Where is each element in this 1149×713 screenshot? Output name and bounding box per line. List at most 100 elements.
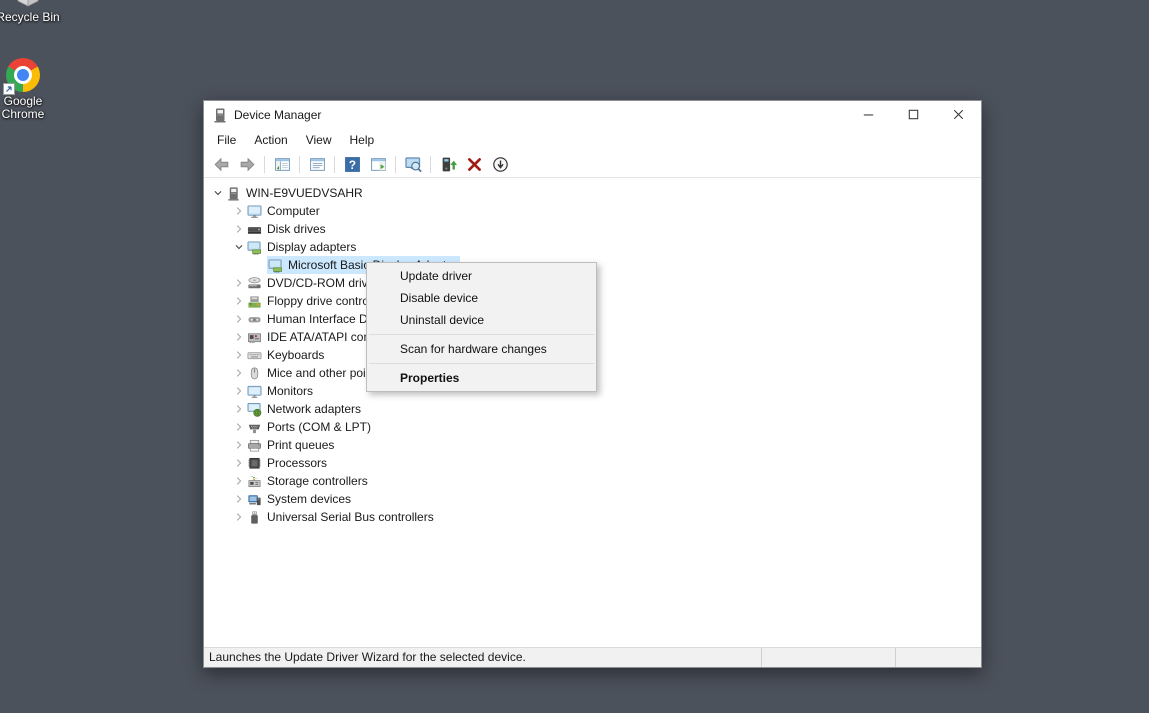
- chevron-right-icon[interactable]: [232, 203, 246, 219]
- chevron-right-icon[interactable]: [232, 455, 246, 471]
- tree-row[interactable]: Computer: [204, 202, 981, 220]
- tree-row[interactable]: Ports (COM & LPT): [204, 418, 981, 436]
- scan-icon: [404, 156, 422, 173]
- chevron-right-icon[interactable]: [232, 275, 246, 291]
- chevron-right-icon[interactable]: [232, 473, 246, 489]
- chevron-right-icon[interactable]: [232, 311, 246, 327]
- printer-icon: [247, 438, 262, 453]
- context-menu-item-scan-for-hardware-changes[interactable]: Scan for hardware changes: [367, 338, 596, 360]
- minimize-button[interactable]: [846, 101, 891, 128]
- context-menu: Update driver Disable device Uninstall dev…: [366, 262, 597, 392]
- processor-icon: [247, 456, 262, 471]
- floppy-controller-icon: [247, 294, 262, 309]
- chevron-right-icon[interactable]: [232, 365, 246, 381]
- desktop-icon-google-chrome[interactable]: Google Chrome: [0, 58, 59, 121]
- title-bar[interactable]: Device Manager: [204, 101, 981, 128]
- disable-device-button[interactable]: [488, 154, 512, 176]
- recycle-bin-icon[interactable]: [15, 0, 41, 8]
- keyboard-icon: [247, 348, 262, 363]
- svg-text:?: ?: [348, 159, 355, 172]
- chevron-right-icon[interactable]: [232, 329, 246, 345]
- context-menu-item-update-driver[interactable]: Update driver: [367, 265, 596, 287]
- tree-item[interactable]: Universal Serial Bus controllers: [246, 508, 437, 526]
- context-menu-separator: [369, 334, 594, 335]
- tree-item-label: Processors: [267, 456, 328, 470]
- show-console-tree-button[interactable]: [270, 154, 294, 176]
- status-cell-1: [761, 648, 895, 667]
- tree-row[interactable]: System devices: [204, 490, 981, 508]
- recycle-bin-label: Recycle Bin: [0, 10, 60, 24]
- chevron-right-icon[interactable]: [232, 221, 246, 237]
- chevron-right-icon[interactable]: [232, 437, 246, 453]
- tree-item[interactable]: System devices: [246, 490, 354, 508]
- desktop-icon-recycle-bin[interactable]: Recycle Bin: [0, 0, 64, 24]
- tree-item[interactable]: Storage controllers: [246, 472, 371, 490]
- toolbar-separator: [264, 156, 265, 173]
- context-menu-item-properties[interactable]: Properties: [367, 367, 596, 389]
- mouse-icon: [247, 366, 262, 381]
- tree-item[interactable]: Print queues: [246, 436, 337, 454]
- chrome-label: Google Chrome: [1, 94, 45, 121]
- tree-item[interactable]: Disk drives: [246, 220, 329, 238]
- chevron-down-icon[interactable]: [232, 239, 246, 255]
- menu-file[interactable]: File: [208, 128, 245, 152]
- tree-item-label: Print queues: [267, 438, 335, 452]
- maximize-button[interactable]: [891, 101, 936, 128]
- chevron-down-icon[interactable]: [211, 185, 225, 201]
- chrome-icon-center: [17, 69, 29, 81]
- tree-row[interactable]: Display adapters: [204, 238, 981, 256]
- update-driver-button[interactable]: [436, 154, 460, 176]
- tree-row[interactable]: Storage controllers: [204, 472, 981, 490]
- dvd-drive-icon: [247, 276, 262, 291]
- context-menu-item-uninstall-device[interactable]: Uninstall device: [367, 309, 596, 331]
- tree-item[interactable]: Display adapters: [246, 238, 359, 256]
- system-device-icon: [247, 492, 262, 507]
- arrow-right-icon: [239, 156, 256, 173]
- chevron-right-icon[interactable]: [232, 401, 246, 417]
- properties-window-icon: [309, 156, 326, 173]
- menu-view[interactable]: View: [297, 128, 341, 152]
- uninstall-device-button[interactable]: [462, 154, 486, 176]
- chevron-right-icon[interactable]: [232, 293, 246, 309]
- tree-row[interactable]: Universal Serial Bus controllers: [204, 508, 981, 526]
- forward-button[interactable]: [235, 154, 259, 176]
- context-menu-separator: [369, 363, 594, 364]
- tree-item[interactable]: WIN-E9VUEDVSAHR: [225, 184, 366, 202]
- tree-item-label: Universal Serial Bus controllers: [267, 510, 434, 524]
- toolbar-separator: [299, 156, 300, 173]
- console-tree-icon: [274, 156, 291, 173]
- menu-action[interactable]: Action: [245, 128, 296, 152]
- maximize-icon: [906, 107, 921, 122]
- chevron-right-icon[interactable]: [232, 491, 246, 507]
- tree-item[interactable]: Computer: [246, 202, 323, 220]
- toolbar-separator: [334, 156, 335, 173]
- tree-item[interactable]: DVD/CD-ROM drives: [246, 274, 383, 292]
- close-button[interactable]: [936, 101, 981, 128]
- tree-row[interactable]: WIN-E9VUEDVSAHR: [204, 184, 981, 202]
- show-action-pane-button[interactable]: [366, 154, 390, 176]
- scan-for-hardware-changes-button[interactable]: [401, 154, 425, 176]
- tree-item[interactable]: Processors: [246, 454, 330, 472]
- tree-item[interactable]: Ports (COM & LPT): [246, 418, 374, 436]
- tree-row[interactable]: Disk drives: [204, 220, 981, 238]
- context-menu-item-disable-device[interactable]: Disable device: [367, 287, 596, 309]
- tree-item-label: Computer: [267, 204, 320, 218]
- chevron-right-icon[interactable]: [232, 509, 246, 525]
- tree-item[interactable]: Monitors: [246, 382, 316, 400]
- network-adapter-icon: [247, 402, 262, 417]
- usb-icon: [247, 510, 262, 525]
- tree-row[interactable]: Network adapters: [204, 400, 981, 418]
- tree-row[interactable]: Processors: [204, 454, 981, 472]
- help-button[interactable]: ?: [340, 154, 364, 176]
- chevron-right-icon[interactable]: [232, 347, 246, 363]
- menu-help[interactable]: Help: [341, 128, 384, 152]
- tree-item[interactable]: Network adapters: [246, 400, 364, 418]
- properties-button[interactable]: [305, 154, 329, 176]
- back-button[interactable]: [209, 154, 233, 176]
- tree-item[interactable]: Keyboards: [246, 346, 327, 364]
- chevron-right-icon[interactable]: [232, 419, 246, 435]
- chevron-right-icon[interactable]: [232, 383, 246, 399]
- tree-row[interactable]: Print queues: [204, 436, 981, 454]
- tree-item-label: Monitors: [267, 384, 314, 398]
- chrome-icon[interactable]: [3, 58, 40, 95]
